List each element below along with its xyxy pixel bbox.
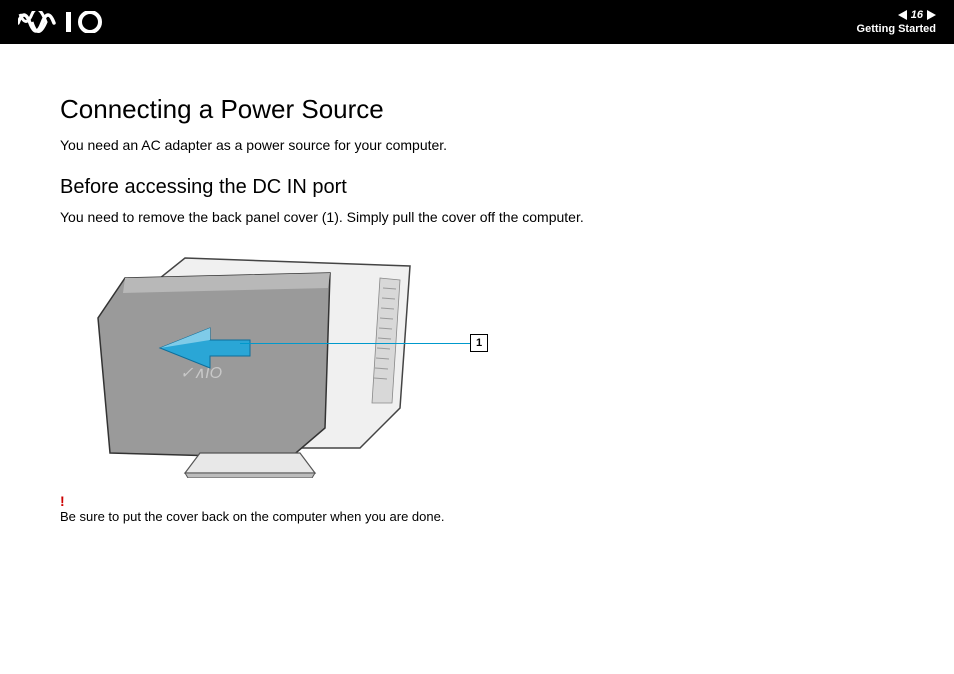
intro-paragraph: You need an AC adapter as a power source… (60, 135, 894, 156)
page-title: Connecting a Power Source (60, 94, 894, 125)
section-name: Getting Started (857, 22, 936, 36)
diagram-figure: ✓∧IO 1 (90, 248, 490, 478)
header-right: 16 Getting Started (857, 8, 936, 37)
vaio-logo (18, 11, 118, 33)
warning-text: Be sure to put the cover back on the com… (60, 509, 894, 524)
callout-number-box: 1 (470, 334, 488, 352)
svg-text:✓∧IO: ✓∧IO (180, 365, 222, 382)
callout-leader-line (240, 343, 470, 344)
prev-page-arrow-icon[interactable] (898, 10, 907, 20)
computer-back-illustration: ✓∧IO (90, 248, 430, 478)
header-bar: 16 Getting Started (0, 0, 954, 44)
subheading: Before accessing the DC IN port (60, 176, 894, 199)
next-page-arrow-icon[interactable] (927, 10, 936, 20)
warning-icon: ! (60, 493, 894, 509)
warning-note: ! Be sure to put the cover back on the c… (60, 493, 894, 524)
page-content: Connecting a Power Source You need an AC… (0, 44, 954, 524)
sub-intro-paragraph: You need to remove the back panel cover … (60, 207, 894, 228)
page-nav: 16 (857, 8, 936, 22)
page-number: 16 (911, 8, 923, 22)
